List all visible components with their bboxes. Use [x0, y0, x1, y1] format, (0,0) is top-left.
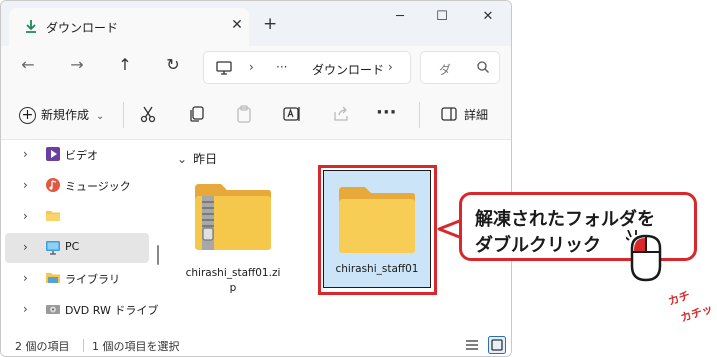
chevron-right-icon[interactable]: › — [23, 302, 28, 316]
navigation-pane: › ビデオ › ミュージック › › PC › ライブラリ › DVD RW ド… — [1, 140, 163, 333]
status-bar: 2 個の項目 1 個の項目を選択 — [1, 333, 511, 356]
sidebar-item-label: ビデオ — [65, 149, 98, 162]
sidebar-item-pc[interactable]: › PC — [5, 233, 149, 263]
file-item-zip[interactable]: chirashi_staff01.zi p — [183, 178, 283, 298]
minimize-button[interactable]: ─ — [385, 9, 415, 27]
share-icon[interactable] — [331, 104, 351, 124]
video-icon — [46, 147, 60, 161]
search-input[interactable]: ダ — [439, 61, 451, 78]
more-options-button[interactable]: ··· — [376, 102, 397, 123]
divider — [83, 339, 84, 352]
paste-icon[interactable] — [234, 104, 254, 124]
breadcrumb-separator: › — [249, 60, 254, 74]
chevron-right-icon[interactable]: › — [23, 271, 28, 285]
sidebar-scrollbar[interactable] — [157, 245, 159, 265]
sidebar-item-folder[interactable]: › — [5, 202, 149, 232]
divider — [419, 102, 420, 128]
plus-icon: + — [19, 107, 36, 124]
callout-line-2: ダブルクリック — [475, 235, 601, 256]
pc-icon — [46, 241, 60, 255]
search-icon — [477, 61, 489, 73]
breadcrumb-ellipsis[interactable]: ··· — [276, 60, 287, 74]
tab-close-button[interactable]: ✕ — [229, 17, 245, 33]
mouse-icon — [626, 230, 662, 282]
command-bar: + 新規作成 ⌄ ··· 詳細 — [1, 90, 511, 140]
navigation-bar: ← → ↑ ↻ › ··· ダウンロード › ダ — [1, 46, 511, 90]
file-name: chirashi_staff01.zi — [185, 267, 281, 279]
details-button[interactable]: 詳細 — [464, 106, 488, 123]
callout-line-1: 解凍されたフォルダを — [475, 209, 655, 230]
new-label: 新規作成 — [41, 108, 90, 122]
copy-icon[interactable] — [187, 104, 207, 124]
refresh-button[interactable]: ↻ — [160, 55, 186, 79]
dvd-icon — [46, 305, 60, 314]
library-icon — [46, 273, 60, 283]
music-icon — [46, 178, 60, 192]
rename-icon[interactable] — [282, 104, 302, 124]
chevron-right-icon[interactable]: › — [23, 240, 28, 254]
maximize-button[interactable]: ☐ — [427, 9, 457, 27]
group-label: 昨日 — [193, 152, 218, 166]
sidebar-item-dvd-drive[interactable]: › DVD RW ドライブ — [5, 295, 158, 325]
new-button[interactable]: + 新規作成 ⌄ — [19, 106, 104, 124]
new-tab-button[interactable]: + — [263, 14, 277, 34]
chevron-right-icon[interactable]: › — [23, 178, 28, 192]
close-button[interactable]: ✕ — [473, 9, 503, 27]
details-view-icon[interactable] — [463, 336, 481, 354]
tab-downloads[interactable]: ダウンロード ✕ — [9, 8, 249, 46]
chevron-right-icon[interactable]: › — [23, 147, 28, 161]
sidebar-item-label: ライブラリ — [65, 273, 120, 286]
selection-count: 1 個の項目を選択 — [92, 340, 180, 353]
pc-icon — [216, 61, 232, 75]
address-bar[interactable]: › ··· ダウンロード › — [203, 51, 411, 84]
title-bar: ダウンロード ✕ + ─ ☐ ✕ — [1, 1, 511, 46]
breadcrumb-current[interactable]: ダウンロード — [312, 61, 384, 78]
details-pane-icon — [441, 107, 457, 121]
divider — [123, 102, 124, 128]
group-header[interactable]: ⌄ 昨日 — [177, 150, 217, 167]
sidebar-item-library[interactable]: › ライブラリ — [5, 264, 149, 294]
breadcrumb-trailing-separator: › — [388, 60, 393, 74]
chevron-down-icon: ⌄ — [95, 111, 105, 122]
sidebar-item-video[interactable]: › ビデオ — [5, 140, 149, 170]
search-box[interactable]: ダ — [420, 51, 500, 84]
zip-folder-icon — [195, 184, 271, 250]
file-explorer-window: ダウンロード ✕ + ─ ☐ ✕ ← → ↑ ↻ › ··· ダウンロード › … — [0, 0, 512, 357]
chevron-down-icon: ⌄ — [177, 152, 188, 166]
chevron-right-icon[interactable]: › — [23, 209, 28, 223]
cut-icon[interactable] — [138, 104, 158, 124]
sidebar-item-label: PC — [65, 240, 80, 253]
click-sound-1: カチ — [666, 288, 692, 309]
sidebar-item-music[interactable]: › ミュージック — [5, 171, 149, 201]
forward-button[interactable]: → — [64, 55, 90, 79]
folder-icon — [46, 211, 60, 221]
sidebar-item-label: DVD RW ドライブ — [65, 304, 159, 317]
item-count: 2 個の項目 — [15, 340, 70, 353]
up-button[interactable]: ↑ — [112, 55, 138, 79]
large-icons-view-icon[interactable] — [488, 336, 506, 354]
tab-label: ダウンロード — [46, 21, 119, 35]
sidebar-item-label: ミュージック — [65, 180, 131, 193]
back-button[interactable]: ← — [15, 55, 41, 79]
highlight-frame — [318, 165, 437, 295]
download-icon — [26, 20, 36, 33]
file-name-continued: p — [229, 282, 237, 294]
